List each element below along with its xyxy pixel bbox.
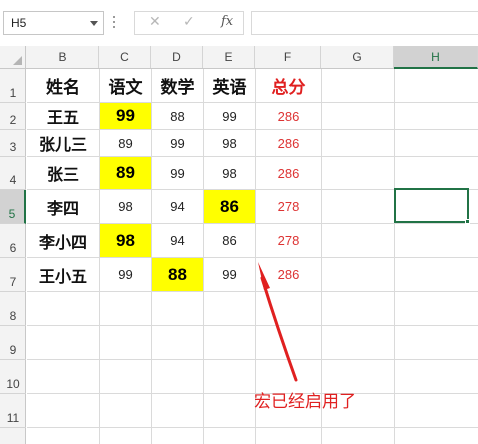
row-header-9[interactable]: 9 [0,326,26,360]
column-header-f[interactable]: F [255,46,321,68]
row-header-7[interactable]: 7 [0,258,26,292]
table-cell-total[interactable]: 286 [256,157,321,189]
table-cell[interactable]: 李小四 [27,224,99,257]
row-header-11[interactable]: 11 [0,394,26,428]
table-cell[interactable]: 张三 [27,157,99,189]
column-header-c[interactable]: C [99,46,151,68]
table-cell[interactable]: 98 [100,190,151,223]
table-cell[interactable]: 99 [152,130,203,156]
row-header-8[interactable]: 8 [0,292,26,326]
table-cell-total[interactable]: 278 [256,224,321,257]
table-cell-highlighted[interactable]: 86 [204,190,255,223]
header-cell-english[interactable]: 英语 [204,69,255,102]
formula-input[interactable] [251,11,478,35]
table-cell[interactable]: 98 [204,157,255,189]
table-cell[interactable]: 86 [204,224,255,257]
column-header-h[interactable]: H [394,46,478,69]
table-cell-highlighted[interactable]: 89 [100,157,151,189]
row-header-4[interactable]: 4 [0,157,26,190]
chevron-down-icon[interactable] [90,21,98,26]
table-cell[interactable]: 94 [152,190,203,223]
worksheet-grid[interactable]: 姓名 语文 数学 英语 总分 王五 99 88 99 286 张儿三 89 99… [27,69,478,444]
row-header-1[interactable]: 1 [0,69,26,103]
table-cell-total[interactable]: 278 [256,190,321,223]
name-box-value: H5 [11,16,27,30]
table-cell-total[interactable]: 286 [256,130,321,156]
fill-handle[interactable] [465,219,470,224]
table-cell-highlighted[interactable]: 98 [100,224,151,257]
header-cell-math[interactable]: 数学 [152,69,203,102]
enter-icon[interactable]: ✓ [183,14,195,34]
table-cell[interactable]: 88 [152,103,203,129]
name-box[interactable]: H5 [3,11,104,35]
active-cell-selection[interactable] [394,188,469,223]
table-cell-total[interactable]: 286 [256,258,321,291]
row-header-2[interactable]: 2 [0,103,26,130]
table-cell[interactable]: 98 [204,130,255,156]
formula-bar: H5 ✕ ✓ fx [0,0,478,46]
column-header-g[interactable]: G [321,46,394,68]
row-header-6[interactable]: 6 [0,224,26,258]
drag-handle-icon[interactable] [113,16,116,30]
formula-buttons: ✕ ✓ fx [134,11,244,35]
row-header-3[interactable]: 3 [0,130,26,157]
cancel-icon[interactable]: ✕ [149,14,161,34]
table-cell[interactable]: 王五 [27,103,99,129]
annotation-text: 宏已经启用了 [254,392,356,412]
header-cell-total[interactable]: 总分 [256,69,321,102]
column-headers: B C D E F G H [0,46,478,69]
header-cell-name[interactable]: 姓名 [27,69,99,102]
header-cell-chinese[interactable]: 语文 [100,69,151,102]
table-cell[interactable]: 张儿三 [27,130,99,156]
table-cell-highlighted[interactable]: 88 [152,258,203,291]
table-cell-highlighted[interactable]: 99 [100,103,151,129]
insert-function-icon[interactable]: fx [221,14,233,29]
column-header-e[interactable]: E [203,46,255,68]
table-cell[interactable]: 99 [204,103,255,129]
table-cell[interactable]: 94 [152,224,203,257]
select-all-corner[interactable] [0,46,26,68]
table-cell[interactable]: 李四 [27,190,99,223]
table-cell[interactable]: 王小五 [27,258,99,291]
row-headers: 1 2 3 4 5 6 7 8 9 10 11 [0,69,26,444]
row-header-5[interactable]: 5 [0,190,26,224]
row-header-10[interactable]: 10 [0,360,26,394]
table-cell[interactable]: 99 [204,258,255,291]
table-cell[interactable]: 99 [100,258,151,291]
column-header-d[interactable]: D [151,46,203,68]
column-header-b[interactable]: B [27,46,99,68]
table-cell[interactable]: 99 [152,157,203,189]
table-cell-total[interactable]: 286 [256,103,321,129]
table-cell[interactable]: 89 [100,130,151,156]
